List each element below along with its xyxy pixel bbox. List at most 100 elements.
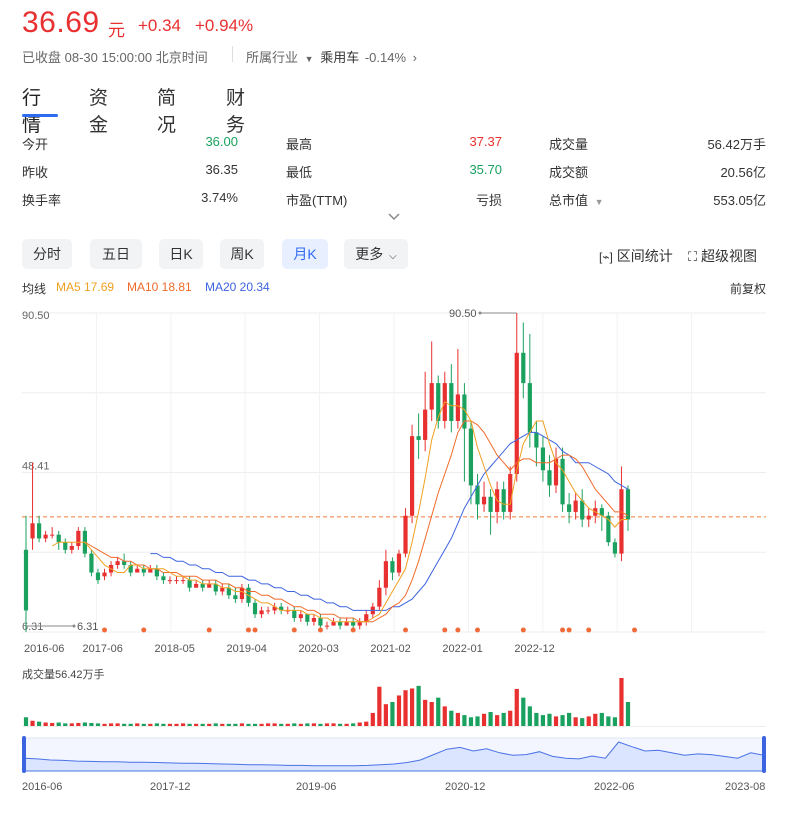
event-marker	[475, 627, 480, 633]
candle-body	[135, 568, 140, 573]
candle-body	[436, 383, 441, 421]
volume-bar	[108, 723, 114, 726]
volume-title: 成交量56.42万手	[22, 667, 105, 681]
volume-bar	[311, 723, 317, 726]
volume-bar	[527, 706, 532, 726]
volume-bar	[82, 722, 87, 726]
volume-bar	[357, 722, 362, 726]
event-marker	[252, 627, 258, 633]
candle-body	[534, 432, 539, 448]
candle-body	[36, 523, 42, 539]
volume-bar	[180, 723, 186, 726]
volume-bar	[514, 688, 519, 726]
candle-body	[580, 500, 585, 520]
event-marker	[317, 627, 323, 633]
candle-body	[416, 436, 421, 440]
candle-body	[449, 383, 454, 421]
overview-tick-label: 2017-12	[150, 781, 190, 793]
overview-tick-label: 2016-06	[22, 781, 62, 793]
overview-tick-label: 2019-06	[296, 781, 336, 793]
volume-bar	[76, 722, 81, 726]
volume-bar	[508, 710, 513, 726]
x-tick-label: 2022-01	[442, 643, 482, 655]
overview-tick-label: 2022-06	[594, 781, 634, 793]
candle-body	[23, 549, 29, 611]
volume-bar	[63, 723, 68, 726]
volume-bar	[252, 723, 258, 726]
event-marker	[403, 627, 409, 633]
candle-body	[357, 621, 362, 626]
overview-tick-label: 2023-08	[725, 781, 765, 793]
x-tick-label: 2020-03	[298, 643, 338, 655]
candle-body	[180, 580, 186, 582]
volume-bar	[30, 720, 35, 726]
volume-bar	[429, 702, 434, 726]
y-tick-label: 48.41	[22, 460, 50, 472]
volume-bar	[344, 723, 349, 726]
candle-body	[161, 576, 166, 581]
candle-body	[423, 409, 428, 440]
volume-bar	[69, 723, 74, 726]
volume-bar	[403, 690, 408, 726]
volume-bar	[423, 699, 428, 726]
volume-bar	[56, 722, 61, 726]
volume-bar	[364, 721, 369, 726]
volume-bar	[534, 712, 539, 726]
candle-body	[390, 561, 395, 573]
event-marker	[350, 627, 356, 633]
event-marker	[141, 627, 147, 633]
volume-bar	[298, 723, 303, 726]
volume-bar	[207, 723, 212, 726]
candle-body	[102, 572, 107, 577]
candle-body	[344, 621, 349, 626]
ma10-line	[84, 420, 629, 623]
candle-body	[76, 530, 81, 547]
volume-bar	[95, 723, 101, 726]
volume-bar	[318, 723, 323, 726]
max-price-label: 90.50	[449, 308, 477, 320]
min-pointer-dot	[72, 624, 76, 628]
volume-bar	[226, 723, 231, 726]
candle-body	[194, 583, 199, 588]
volume-bar	[390, 702, 395, 726]
volume-bar	[449, 710, 454, 726]
volume-bar	[213, 723, 218, 726]
volume-bar	[337, 723, 343, 726]
volume-bar	[167, 723, 173, 726]
candle-body	[63, 542, 68, 550]
volume-bar	[220, 723, 225, 726]
overview-tick-label: 2020-12	[445, 781, 485, 793]
volume-bar	[102, 723, 107, 726]
volume-bar	[115, 723, 120, 726]
event-marker	[520, 627, 526, 633]
event-marker	[102, 627, 108, 633]
candle-body	[547, 470, 552, 486]
candle-body	[567, 504, 572, 512]
volume-bar	[567, 712, 572, 726]
candle-body	[305, 614, 310, 622]
candle-body	[50, 534, 55, 536]
event-marker	[291, 627, 297, 633]
candle-body	[220, 587, 225, 592]
candle-body	[455, 394, 460, 421]
x-tick-label: 2019-04	[226, 643, 266, 655]
candle-body	[69, 546, 74, 550]
volume-bar	[586, 716, 591, 726]
volume-bar	[455, 712, 460, 726]
candle-body	[207, 583, 212, 588]
volume-bar	[292, 723, 297, 726]
candle-body	[337, 621, 343, 626]
volume-bar	[266, 723, 271, 726]
x-tick-label: 2022-12	[514, 643, 554, 655]
candle-body	[174, 580, 179, 582]
candle-body	[501, 489, 506, 512]
candle-body	[89, 553, 94, 573]
candle-body	[115, 561, 120, 565]
volume-bar	[161, 723, 166, 726]
candle-body	[508, 474, 513, 512]
kline-chart[interactable]: 90.50 48.41 6.31 90.50 6.31 2016-06 2017-06 201…	[0, 0, 791, 814]
candle-body	[324, 625, 330, 627]
candle-body	[586, 515, 591, 520]
candle-body	[200, 583, 205, 588]
candle-body	[187, 580, 192, 588]
